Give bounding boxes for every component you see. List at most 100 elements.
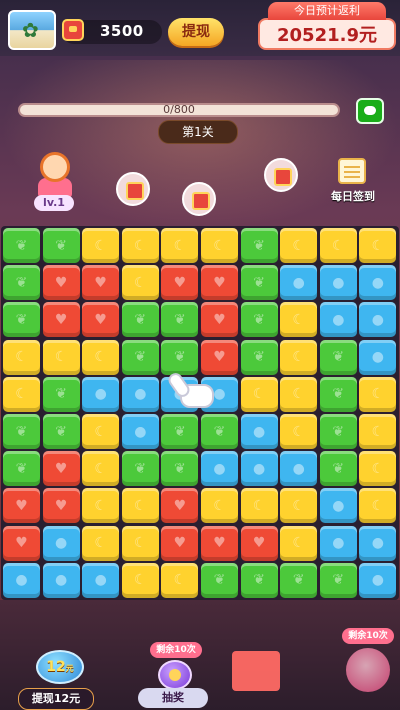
tile-red[interactable]: ♥ [161, 488, 199, 524]
tile-green[interactable]: ❦ [42, 228, 80, 263]
tile-green[interactable]: ❦ [161, 339, 199, 375]
tile-yellow[interactable]: ☾ [82, 488, 120, 524]
tile-yellow[interactable]: ☾ [240, 376, 278, 412]
tile-yellow[interactable]: ☾ [280, 376, 318, 412]
tile-blue[interactable]: ● [121, 376, 159, 412]
tile-red[interactable]: ♥ [240, 525, 278, 561]
tile-green[interactable]: ❦ [161, 302, 199, 338]
tile-green[interactable]: ❦ [240, 228, 278, 263]
tile-yellow[interactable]: ☾ [82, 451, 120, 487]
tile-blue[interactable]: ● [359, 302, 397, 338]
tile-yellow[interactable]: ☾ [42, 339, 80, 375]
tile-yellow[interactable]: ☾ [121, 488, 159, 524]
tile-yellow[interactable]: ☾ [161, 228, 199, 263]
tile-green[interactable]: ❦ [42, 376, 80, 412]
tile-yellow[interactable]: ☾ [359, 451, 397, 487]
tile-green[interactable]: ❦ [3, 451, 40, 487]
tile-green[interactable]: ❦ [319, 562, 357, 598]
tile-blue[interactable]: ● [42, 525, 80, 561]
tile-green[interactable]: ❦ [240, 265, 278, 301]
tile-red[interactable]: ♥ [42, 451, 80, 487]
tile-yellow[interactable]: ☾ [3, 339, 40, 375]
tile-yellow[interactable]: ☾ [82, 339, 120, 375]
daily-checkin-button[interactable]: 每日签到 [330, 158, 375, 203]
tile-red[interactable]: ♥ [201, 265, 238, 301]
tile-green[interactable]: ❦ [3, 228, 40, 263]
tile-blue[interactable]: ● [82, 376, 120, 412]
tile-red[interactable]: ♥ [42, 265, 80, 301]
tile-yellow[interactable]: ☾ [121, 228, 159, 263]
tile-yellow[interactable]: ☾ [359, 414, 397, 449]
tile-yellow[interactable]: ☾ [82, 525, 120, 561]
tile-blue[interactable]: ● [121, 414, 159, 449]
tile-blue[interactable]: ● [280, 265, 318, 301]
tile-yellow[interactable]: ☾ [240, 488, 278, 524]
tile-blue[interactable]: ● [359, 525, 397, 561]
tile-green[interactable]: ❦ [3, 414, 40, 449]
tile-red[interactable]: ♥ [42, 302, 80, 338]
tile-green[interactable]: ❦ [280, 562, 318, 598]
lottery-icon[interactable] [158, 660, 192, 690]
tile-yellow[interactable]: ☾ [319, 228, 357, 263]
tile-green[interactable]: ❦ [3, 265, 40, 301]
tile-green[interactable]: ❦ [319, 376, 357, 412]
tile-blue[interactable]: ● [42, 562, 80, 598]
tile-green[interactable]: ❦ [240, 562, 278, 598]
red-envelope-bubble-icon[interactable] [116, 172, 150, 206]
tile-red[interactable]: ♥ [201, 339, 238, 375]
tile-green[interactable]: ❦ [240, 339, 278, 375]
tile-yellow[interactable]: ☾ [280, 228, 318, 263]
withdraw-12-button[interactable]: 提现12元 [18, 688, 94, 710]
rebate-panel[interactable]: 20521.9元 今日预计返利 [258, 2, 396, 52]
tile-green[interactable]: ❦ [161, 451, 199, 487]
tile-green[interactable]: ❦ [121, 302, 159, 338]
tile-blue[interactable]: ● [280, 451, 318, 487]
tile-yellow[interactable]: ☾ [280, 414, 318, 449]
tile-green[interactable]: ❦ [161, 414, 199, 449]
tile-yellow[interactable]: ☾ [280, 488, 318, 524]
tile-blue[interactable]: ● [319, 488, 357, 524]
tile-green[interactable]: ❦ [319, 451, 357, 487]
tile-blue[interactable]: ● [82, 562, 120, 598]
tile-yellow[interactable]: ☾ [280, 302, 318, 338]
tile-green[interactable]: ❦ [3, 302, 40, 338]
gift-icon[interactable] [346, 648, 390, 692]
tile-yellow[interactable]: ☾ [161, 562, 199, 598]
tile-yellow[interactable]: ☾ [201, 488, 238, 524]
tile-yellow[interactable]: ☾ [359, 376, 397, 412]
tile-blue[interactable]: ● [319, 525, 357, 561]
tile-red[interactable]: ♥ [161, 265, 199, 301]
tile-blue[interactable]: ● [240, 451, 278, 487]
tile-yellow[interactable]: ☾ [3, 376, 40, 412]
tile-yellow[interactable]: ☾ [280, 339, 318, 375]
tile-yellow[interactable]: ☾ [82, 414, 120, 449]
tile-green[interactable]: ❦ [121, 339, 159, 375]
tile-yellow[interactable]: ☾ [359, 228, 397, 263]
prize-12-icon[interactable]: 12元 [36, 650, 84, 684]
red-envelope-bubble-icon[interactable] [182, 182, 216, 216]
tile-yellow[interactable]: ☾ [201, 228, 238, 263]
tile-yellow[interactable]: ☾ [121, 525, 159, 561]
tile-yellow[interactable]: ☾ [121, 265, 159, 301]
lottery-button[interactable]: 抽奖 [138, 688, 208, 708]
tile-blue[interactable]: ● [359, 339, 397, 375]
tile-red[interactable]: ♥ [3, 525, 40, 561]
tile-blue[interactable]: ● [3, 562, 40, 598]
wechat-icon[interactable] [356, 98, 384, 124]
tile-green[interactable]: ❦ [42, 414, 80, 449]
tile-yellow[interactable]: ☾ [280, 525, 318, 561]
tile-blue[interactable]: ● [319, 265, 357, 301]
red-gift-box[interactable] [232, 651, 280, 691]
tile-blue[interactable]: ● [359, 562, 397, 598]
tile-green[interactable]: ❦ [240, 302, 278, 338]
tile-green[interactable]: ❦ [121, 451, 159, 487]
tile-red[interactable]: ♥ [201, 302, 238, 338]
tile-yellow[interactable]: ☾ [121, 562, 159, 598]
tile-red[interactable]: ♥ [82, 302, 120, 338]
tile-green[interactable]: ❦ [319, 414, 357, 449]
red-envelope-bubble-icon[interactable] [264, 158, 298, 192]
tile-green[interactable]: ❦ [319, 339, 357, 375]
tile-blue[interactable]: ● [240, 414, 278, 449]
tile-green[interactable]: ❦ [201, 414, 238, 449]
tile-red[interactable]: ♥ [42, 488, 80, 524]
